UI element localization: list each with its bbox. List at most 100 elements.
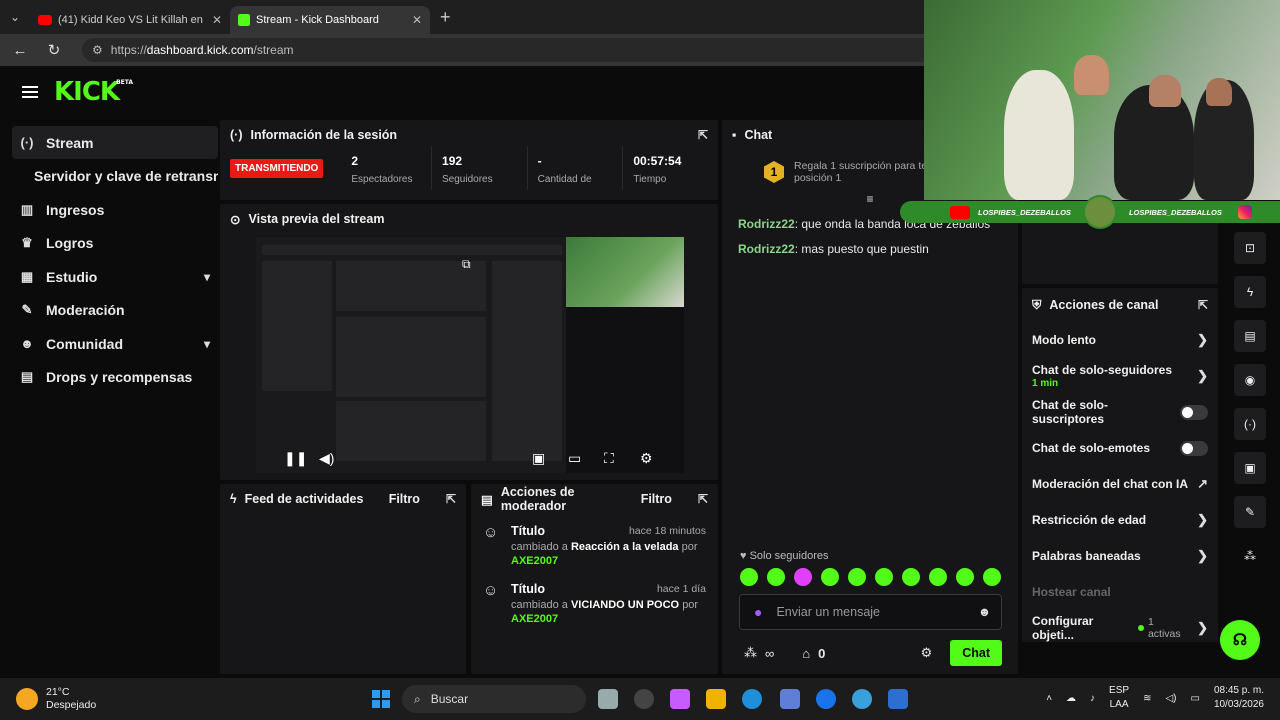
popout-icon[interactable]: ⇱ (446, 492, 456, 506)
microphone-icon[interactable]: ● (754, 604, 762, 620)
emote-icon[interactable] (740, 568, 758, 586)
sidebar-item-estudio[interactable]: ▦ Estudio ▾ (12, 260, 218, 293)
feed-filter-button[interactable]: Filtro (389, 492, 420, 506)
store-icon[interactable]: ⌂ (802, 646, 810, 661)
rank-badge-icon: 1 (764, 161, 784, 183)
chevron-up-icon[interactable]: ˄ (1046, 693, 1052, 704)
menu-icon[interactable] (22, 86, 38, 98)
emotes-only-toggle[interactable] (1180, 440, 1208, 456)
emote-icon[interactable] (902, 568, 920, 586)
webcam-overlay (924, 0, 1280, 200)
hp-icon[interactable] (816, 689, 836, 709)
community-icon[interactable]: ⁂ (1234, 540, 1266, 572)
sidebar: (·)Stream Servidor y clave de retransmis… (12, 126, 218, 394)
emote-icon[interactable] (821, 568, 839, 586)
channel-action-followers-only[interactable]: Chat de solo-seguidores 1 min ❯ (1022, 358, 1218, 394)
chat-message-input[interactable]: ● Enviar un mensaje ☻ (739, 594, 1002, 630)
cloud-icon[interactable]: ☁ (1066, 693, 1076, 704)
preview-webcam (566, 237, 684, 307)
edge-icon[interactable] (742, 689, 762, 709)
theater-icon[interactable]: ▭ (568, 450, 581, 467)
browser-tab-youtube[interactable]: (41) Kidd Keo VS Lit Killah en La Velada… (30, 6, 230, 34)
kick-logo[interactable]: KICK BETA (54, 77, 133, 107)
session-stats: TRANSMITIENDO 2 Espectadores 192 Seguidore… (220, 146, 718, 190)
channel-action-age-restriction[interactable]: Restricción de edad ❯ (1022, 502, 1218, 538)
popout-icon[interactable]: ⇱ (1198, 298, 1208, 312)
screen-capture-icon[interactable]: ⊡ (1234, 232, 1266, 264)
reload-icon[interactable]: ↻ (44, 41, 64, 59)
wrench-icon[interactable]: ✎ (1234, 496, 1266, 528)
volume-icon[interactable]: ◁) (1165, 693, 1176, 704)
emoji-icon[interactable]: ☻ (978, 605, 991, 619)
moderator-name[interactable]: AXE2007 (511, 555, 558, 567)
clock[interactable]: 08:45 p. m. 10/03/2026 (1214, 684, 1264, 712)
popout-icon[interactable]: ⇱ (698, 492, 708, 506)
emote-icon[interactable] (794, 568, 812, 586)
weather-widget[interactable]: 21°C Despejado (16, 686, 96, 712)
support-headset-icon[interactable]: ☊ (1220, 620, 1260, 660)
browser-tab-kick[interactable]: Stream - Kick Dashboard ✕ (230, 6, 430, 34)
pause-icon[interactable]: ❚❚ (284, 450, 307, 467)
emote-icon[interactable] (848, 568, 866, 586)
language-indicator[interactable]: ESP LAA (1109, 684, 1129, 712)
sidebar-item-drops[interactable]: ▤ Drops y recompensas (12, 361, 218, 394)
wifi-icon[interactable]: ≋ (1143, 693, 1151, 704)
emote-icon[interactable] (767, 568, 785, 586)
game-bar-icon[interactable] (634, 689, 654, 709)
channel-action-goals[interactable]: Configurar objeti... 1 activas ❯ (1022, 610, 1218, 646)
popout-icon[interactable]: ⇱ (698, 128, 708, 142)
chat-settings-icon[interactable]: ⚙ (921, 645, 933, 661)
chat-send-button[interactable]: Chat (950, 640, 1002, 666)
app-icon[interactable] (852, 689, 872, 709)
emote-icon[interactable] (929, 568, 947, 586)
url-text: https://dashboard.kick.com/stream (110, 43, 294, 57)
close-tab-icon[interactable]: ✕ (412, 13, 422, 27)
moderator-name[interactable]: AXE2007 (511, 613, 558, 625)
sidebar-item-stream[interactable]: (·) Stream (12, 126, 218, 159)
battery-icon[interactable]: ▭ (1190, 693, 1199, 704)
user-icon: ☺ (483, 582, 499, 599)
emote-icon[interactable] (983, 568, 1001, 586)
sidebar-item-logros[interactable]: ♛ Logros (12, 227, 218, 260)
outlook-icon[interactable] (888, 689, 908, 709)
channel-action-banned-words[interactable]: Palabras baneadas ❯ (1022, 538, 1218, 574)
sidebar-item-ingresos[interactable]: ▥ Ingresos (12, 193, 218, 226)
copilot-icon[interactable] (670, 689, 690, 709)
taskbar-search[interactable]: ⌕ Buscar (402, 685, 586, 713)
file-explorer-icon[interactable] (706, 689, 726, 709)
preview-screen-capture (256, 237, 566, 473)
users-icon: ☻ (20, 336, 34, 351)
chat-bubble-icon[interactable]: ◉ (1234, 364, 1266, 396)
tab-list-chevron-icon[interactable]: ⌄ (0, 0, 30, 34)
volume-icon[interactable]: ◀) (319, 450, 334, 467)
new-tab-icon[interactable]: + (440, 7, 451, 28)
stream-preview-video[interactable]: ⧉ ❚❚ ◀) ▣ ▭ ⛶ ⚙ (256, 237, 684, 473)
broadcast-icon[interactable]: (·) (1234, 408, 1266, 440)
document-icon[interactable]: ▤ (1234, 320, 1266, 352)
close-tab-icon[interactable]: ✕ (212, 13, 222, 27)
channel-action-ai-moderation[interactable]: Moderación del chat con IA ↗ (1022, 466, 1218, 502)
minimize-icon[interactable]: ⧉ (462, 257, 471, 272)
fullscreen-icon[interactable]: ⛶ (604, 450, 614, 467)
back-icon[interactable]: ← (10, 42, 30, 59)
points-icon[interactable]: ⁂ (744, 645, 757, 661)
url-field[interactable]: ⚙ https://dashboard.kick.com/stream (82, 38, 942, 62)
layout-icon[interactable]: ▣ (1234, 452, 1266, 484)
chevron-right-icon: ❯ (1197, 548, 1208, 563)
emote-icon[interactable] (875, 568, 893, 586)
lightning-icon[interactable]: ϟ (1234, 276, 1266, 308)
task-view-icon[interactable] (598, 689, 618, 709)
subscribers-only-toggle[interactable] (1180, 404, 1208, 420)
emote-icon[interactable] (956, 568, 974, 586)
channel-action-slow-mode[interactable]: Modo lento ❯ (1022, 322, 1218, 358)
microphone-icon[interactable]: ♪ (1090, 693, 1095, 704)
sidebar-item-server-key[interactable]: Servidor y clave de retransmisión (12, 160, 218, 193)
store-icon[interactable] (780, 689, 800, 709)
windows-start-icon[interactable] (372, 690, 390, 708)
pip-icon[interactable]: ▣ (532, 450, 545, 467)
settings-icon[interactable]: ⚙ (640, 450, 653, 467)
mod-filter-button[interactable]: Filtro (641, 492, 672, 506)
sidebar-item-moderacion[interactable]: ✎ Moderación (12, 294, 218, 327)
site-info-icon[interactable]: ⚙ (92, 43, 103, 57)
sidebar-item-comunidad[interactable]: ☻ Comunidad ▾ (12, 327, 218, 360)
